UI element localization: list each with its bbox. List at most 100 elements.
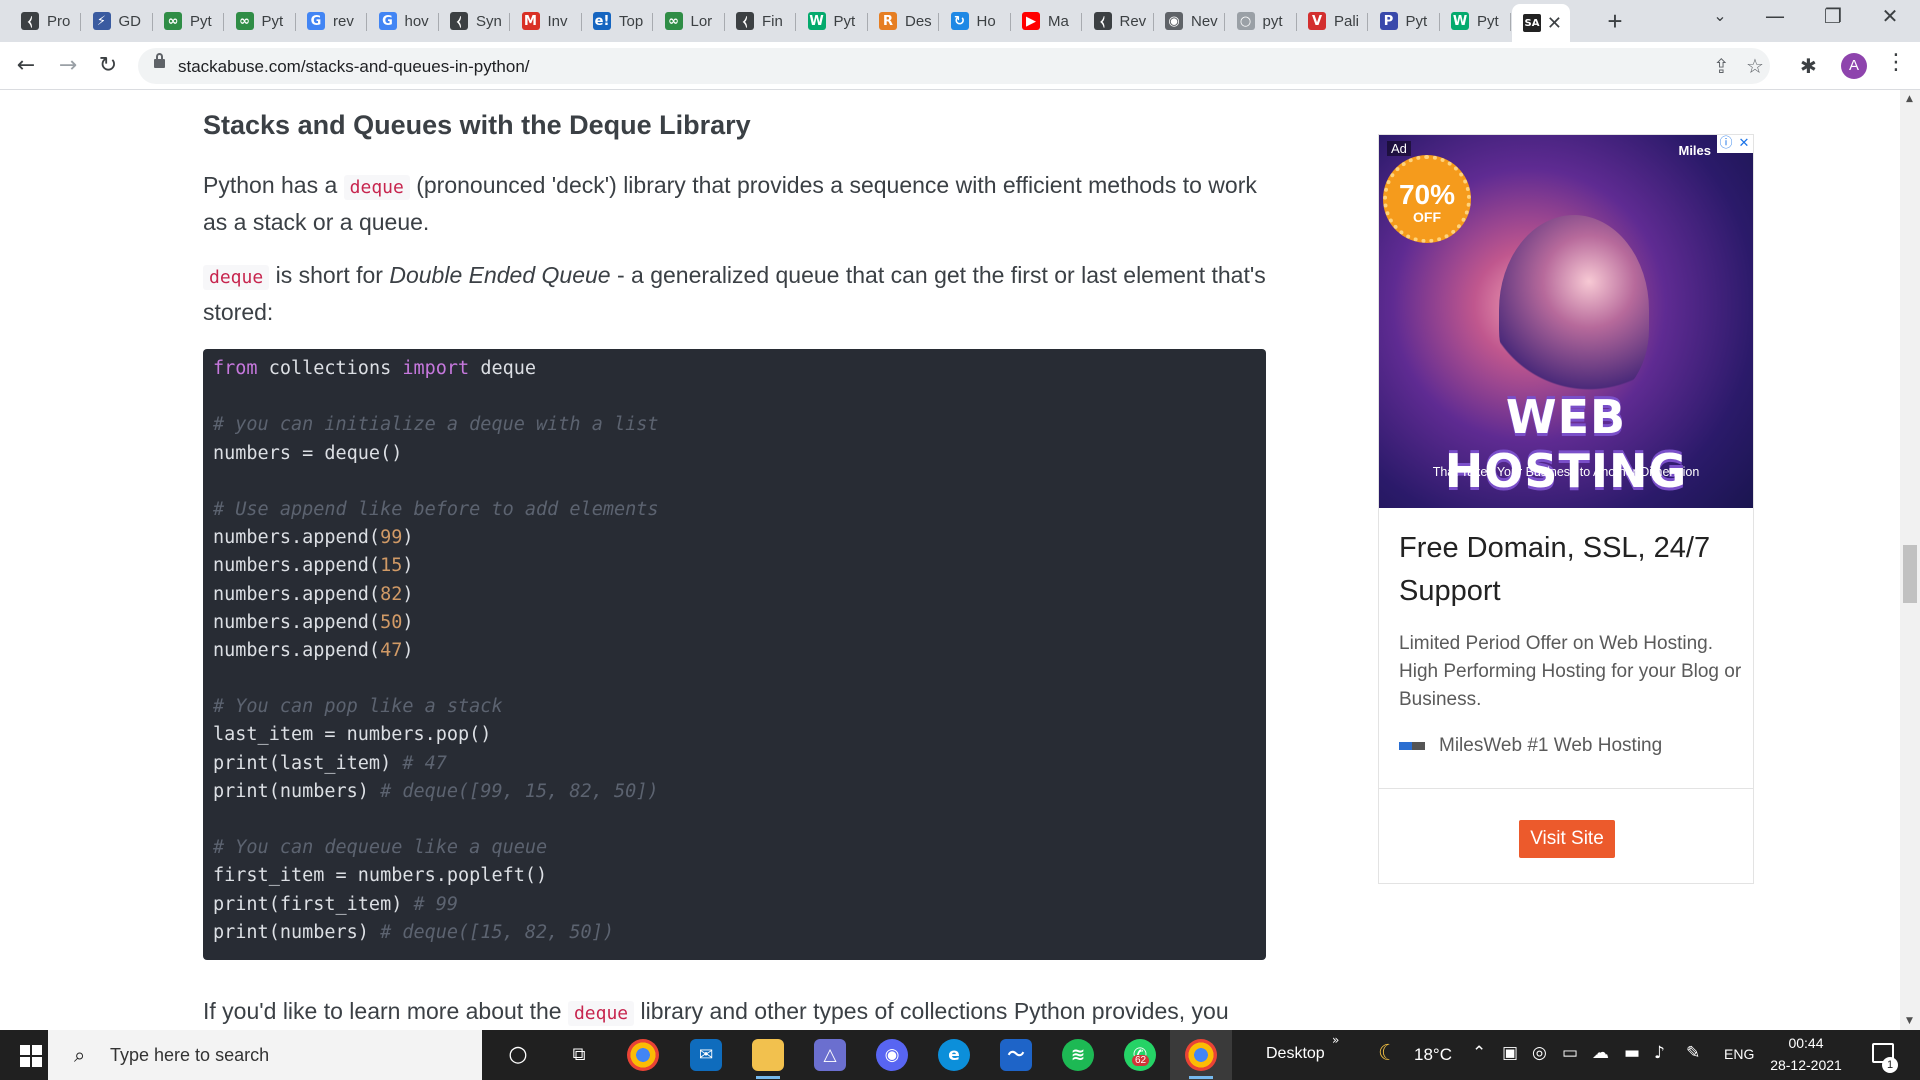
taskbar-search-box[interactable]: ⌕ Type here to search (48, 1030, 482, 1080)
code-block[interactable]: from collections import deque # you can i… (203, 349, 1266, 960)
chrome-active-window[interactable] (1170, 1030, 1232, 1080)
visit-site-button[interactable]: Visit Site (1519, 820, 1615, 858)
url-text[interactable]: stackabuse.com/stacks-and-queues-in-pyth… (178, 57, 530, 77)
w3schools-icon: W (807, 12, 826, 30)
code-line: print(numbers) # deque([99, 15, 82, 50]) (213, 778, 1266, 806)
browser-tab[interactable]: ⚡ GD (82, 6, 153, 36)
browser-tab[interactable]: ∞ Pyt (225, 6, 296, 36)
ad-title[interactable]: Free Domain, SSL, 24/7 Support (1399, 527, 1739, 613)
tab-close-icon[interactable]: ✕ (1547, 13, 1562, 34)
browser-tab[interactable]: ↻ Ho (940, 6, 1011, 36)
spotify-icon[interactable]: ≋ (1062, 1039, 1094, 1071)
volume-icon[interactable]: ♪ (1654, 1043, 1665, 1063)
temperature[interactable]: 18°C (1414, 1045, 1452, 1065)
browser-tab[interactable]: ∞ Pyt (153, 6, 224, 36)
scroll-down-arrow-icon[interactable]: ▼ (1906, 1016, 1913, 1026)
browser-tab[interactable]: V Pali (1297, 6, 1368, 36)
google-icon: G (307, 12, 325, 30)
scroll-up-arrow-icon[interactable]: ▲ (1906, 94, 1913, 104)
browser-menu-icon[interactable]: ⋮ (1885, 50, 1907, 75)
extensions-puzzle-icon[interactable]: ✱ (1800, 54, 1817, 78)
browser-tab[interactable]: ⧼ Fin (725, 6, 796, 36)
onedrive-icon[interactable]: ☁ (1592, 1043, 1609, 1063)
clock-time[interactable]: 00:44 (1766, 1035, 1846, 1051)
tab-active[interactable]: SA ✕ (1512, 4, 1570, 42)
browser-tab[interactable]: ○ pyt (1226, 6, 1297, 36)
mail-icon[interactable]: ✉ (690, 1039, 722, 1071)
tab-label: Nev (1191, 12, 1218, 30)
browser-tab[interactable]: W Pyt (797, 6, 868, 36)
task-view-icon[interactable]: ⧉ (563, 1039, 595, 1071)
browser-tab[interactable]: ▶ Ma (1011, 6, 1082, 36)
chromium-icon: ◉ (1165, 12, 1183, 30)
file-explorer-icon[interactable] (752, 1039, 784, 1079)
page-scrollbar[interactable]: ▲ ▼ (1900, 90, 1920, 1030)
battery-icon[interactable]: ▬ (1624, 1043, 1640, 1063)
share-icon[interactable]: ⇪ (1713, 54, 1730, 78)
ad-banner-image[interactable]: Ad 70% OFF Miles ⓘ ✕ WEB HOSTING That Ta… (1379, 135, 1753, 508)
github-icon: ○ (1236, 12, 1255, 30)
tray-chevron-icon[interactable]: ⌃ (1472, 1043, 1486, 1063)
windows-start-icon[interactable] (20, 1045, 42, 1067)
browser-tab[interactable]: ⧼ Pro (10, 6, 81, 36)
ad-advertiser[interactable]: MilesWeb #1 Web Hosting (1399, 735, 1662, 757)
back-button[interactable]: ← (10, 50, 42, 82)
desktop-chevron-icon[interactable]: » (1332, 1033, 1339, 1047)
browser-tab[interactable]: ◉ Nev (1154, 6, 1225, 36)
code-comment: # 99 (413, 893, 459, 915)
ad-close-icon[interactable]: ✕ (1735, 135, 1753, 153)
desktop-toolbar-label[interactable]: Desktop (1266, 1045, 1325, 1063)
pen-icon[interactable]: ✎ (1686, 1043, 1700, 1063)
youtube-icon: ▶ (1022, 12, 1040, 30)
ad-brand-logo: Miles (1678, 143, 1711, 158)
tray-display-icon[interactable]: ▭ (1562, 1043, 1578, 1063)
tab-search-chevron-icon[interactable]: ⌄ (1700, 6, 1740, 25)
ad-headline: WEB HOSTING (1444, 390, 1688, 498)
browser-tab[interactable]: ⧼ Rev (1083, 6, 1154, 36)
language-indicator[interactable]: ENG (1724, 1046, 1754, 1062)
ad-info-icon[interactable]: ⓘ (1717, 135, 1735, 153)
whiteboard-icon[interactable]: 〜 (1000, 1039, 1032, 1071)
new-tab-button[interactable]: + (1600, 6, 1630, 37)
v-icon: V (1308, 12, 1326, 30)
advertisement[interactable]: Ad 70% OFF Miles ⓘ ✕ WEB HOSTING That Ta… (1378, 134, 1754, 884)
scroll-thumb[interactable] (1903, 545, 1917, 603)
forward-button[interactable]: → (52, 50, 84, 82)
chrome-taskbar-icon[interactable] (627, 1039, 659, 1071)
browser-tab[interactable]: ∞ Lor (654, 6, 725, 36)
profile-avatar[interactable]: A (1841, 53, 1867, 79)
bookmark-star-icon[interactable]: ☆ (1746, 54, 1764, 78)
reload-button[interactable]: ↻ (92, 50, 124, 82)
paragraph-deque-definition: deque is short for Double Ended Queue - … (203, 258, 1268, 329)
code-token: numbers.append( (213, 555, 381, 577)
browser-tab[interactable]: W Pyt (1440, 6, 1511, 36)
tab-label: Inv (547, 12, 568, 30)
google-icon: G (378, 12, 397, 30)
tray-camera-icon[interactable]: ◎ (1532, 1043, 1547, 1063)
gdrive-icon: ⚡ (92, 12, 111, 30)
astronaut-illustration (1499, 215, 1649, 405)
browser-tab[interactable]: M Inv (511, 6, 582, 36)
address-bar[interactable]: stackabuse.com/stacks-and-queues-in-pyth… (138, 48, 1770, 84)
browser-tab[interactable]: ⧼ Syn (439, 6, 510, 36)
app-triangle-icon[interactable]: △ (814, 1039, 846, 1071)
maximize-button[interactable]: ❐ (1813, 4, 1853, 28)
browser-tab[interactable]: R Des (868, 6, 939, 36)
r-icon: R (879, 12, 897, 30)
cortana-icon[interactable]: ○ (502, 1039, 534, 1071)
tray-app-icon[interactable]: ▣ (1502, 1043, 1518, 1063)
browser-tab[interactable]: Ghov (368, 6, 439, 36)
moon-weather-icon[interactable]: ☾ (1378, 1041, 1398, 1066)
tab-label: Fin (762, 12, 783, 30)
minimize-button[interactable]: — (1755, 4, 1795, 28)
discord-icon[interactable]: ◉ (876, 1039, 908, 1071)
chrome-profile-icon[interactable] (1185, 1039, 1217, 1079)
code-number: 99 (380, 527, 403, 549)
clock-date[interactable]: 28-12-2021 (1766, 1057, 1846, 1073)
close-window-button[interactable]: ✕ (1870, 4, 1910, 28)
edge-icon[interactable]: e (938, 1039, 970, 1071)
browser-tab[interactable]: Grev (296, 6, 367, 36)
browser-tab[interactable]: P Pyt (1369, 6, 1440, 36)
browser-tab[interactable]: e! Top (582, 6, 653, 36)
